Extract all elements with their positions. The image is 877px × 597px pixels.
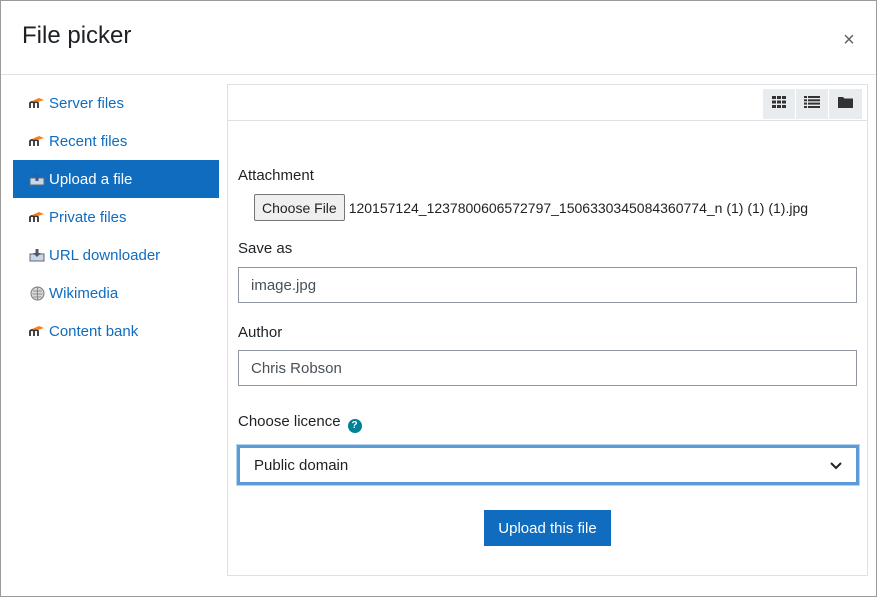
chevron-down-icon [830, 457, 842, 474]
licence-select[interactable]: Public domain [237, 445, 859, 485]
licence-label: Choose licence [238, 413, 341, 430]
sidebar-item-upload-a-file[interactable]: Upload a file [13, 160, 219, 198]
upload-icon [29, 171, 45, 187]
list-view-button[interactable] [796, 89, 829, 119]
folder-view-icon [838, 95, 853, 113]
sidebar-item-server-files[interactable]: Server files [13, 84, 219, 122]
sidebar-item-label: Upload a file [49, 170, 133, 188]
save-as-value: image.jpg [251, 276, 317, 294]
file-picker-toolbar [228, 85, 867, 121]
upload-this-file-button[interactable]: Upload this file [484, 510, 611, 546]
licence-selected-value: Public domain [254, 456, 349, 474]
file-input-row: Choose File 120157124_1237800606572797_1… [254, 194, 808, 221]
folder-view-button[interactable] [829, 89, 862, 119]
list-view-icon [804, 95, 820, 113]
sidebar-item-wikimedia[interactable]: Wikimedia [13, 274, 219, 312]
view-switcher [763, 89, 862, 119]
sidebar-item-private-files[interactable]: Private files [13, 198, 219, 236]
attachment-label: Attachment [238, 167, 314, 184]
grid-view-icon [772, 95, 786, 113]
sidebar-item-url-downloader[interactable]: URL downloader [13, 236, 219, 274]
file-picker-dialog: File picker × Server files Recent files … [0, 0, 877, 597]
sidebar-item-content-bank[interactable]: Content bank [13, 312, 219, 350]
author-value: Chris Robson [251, 359, 342, 377]
upload-panel: Attachment Choose File 120157124_1237800… [227, 84, 868, 576]
moodle-icon [29, 209, 45, 225]
grid-view-button[interactable] [763, 89, 796, 119]
sidebar-item-label: Wikimedia [49, 284, 119, 302]
wikimedia-icon [29, 285, 45, 301]
licence-label-row: Choose licence? [238, 413, 362, 433]
moodle-icon [29, 323, 45, 339]
sidebar-item-recent-files[interactable]: Recent files [13, 122, 219, 160]
close-button[interactable]: × [840, 30, 858, 50]
sidebar-item-label: URL downloader [49, 246, 161, 264]
sidebar-item-label: Recent files [49, 132, 128, 150]
dialog-title: File picker [22, 22, 132, 49]
repository-sidebar: Server files Recent files Upload a file … [13, 84, 219, 350]
sidebar-item-label: Content bank [49, 322, 139, 340]
sidebar-item-label: Server files [49, 94, 125, 112]
url-downloader-icon [29, 247, 45, 263]
author-input[interactable]: Chris Robson [238, 350, 857, 386]
dialog-header: File picker × [1, 1, 876, 75]
sidebar-item-label: Private files [49, 208, 127, 226]
selected-file-name: 120157124_1237800606572797_1506330345084… [348, 199, 809, 216]
choose-file-button[interactable]: Choose File [254, 194, 345, 221]
save-as-input[interactable]: image.jpg [238, 267, 857, 303]
author-label: Author [238, 324, 283, 341]
help-icon[interactable]: ? [347, 418, 362, 433]
save-as-label: Save as [238, 240, 293, 257]
moodle-icon [29, 95, 45, 111]
moodle-icon [29, 133, 45, 149]
